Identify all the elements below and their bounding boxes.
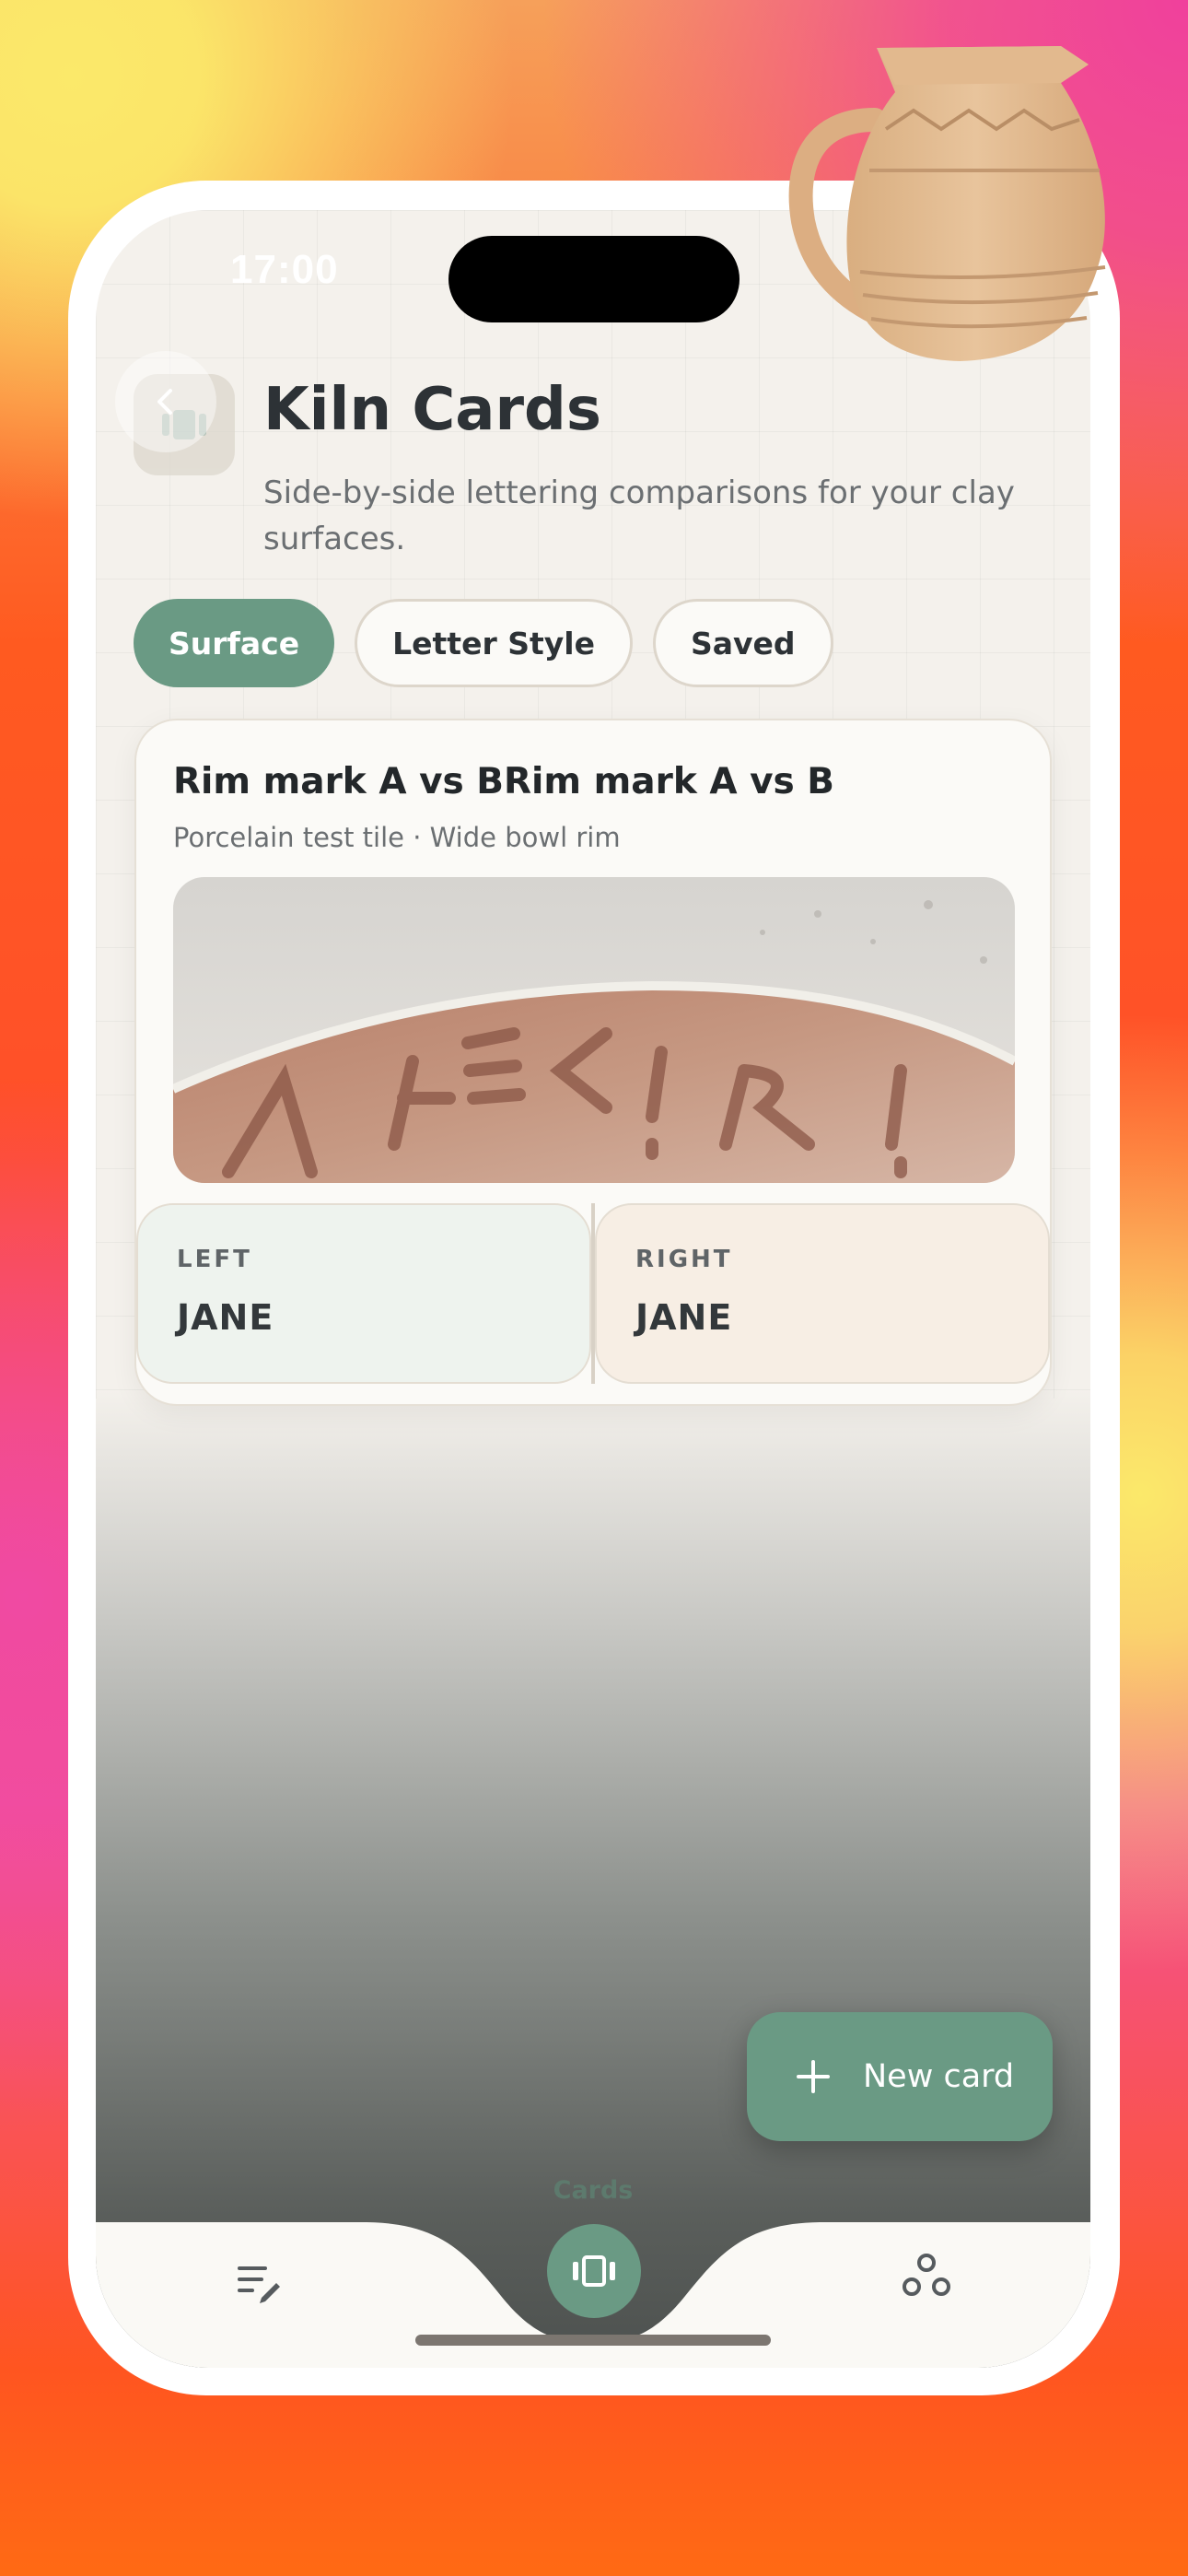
new-card-button[interactable]: New card xyxy=(747,2012,1053,2141)
chip-surface[interactable]: Surface xyxy=(134,599,335,687)
edit-list-icon[interactable] xyxy=(234,2255,285,2307)
clay-rim-lettering-photo xyxy=(173,877,1015,1183)
card-title: Rim mark A vs BRim mark A vs B xyxy=(173,761,835,802)
right-label: RIGHT xyxy=(635,1246,733,1273)
comparison-panel: LEFT JANE RIGHT JANE xyxy=(136,1203,1050,1388)
new-card-label: New card xyxy=(863,2058,1015,2095)
right-option[interactable]: RIGHT JANE xyxy=(595,1203,1050,1384)
card-subtitle: Porcelain test tile · Wide bowl rim xyxy=(173,822,621,853)
dynamic-island xyxy=(448,236,740,322)
left-option[interactable]: LEFT JANE xyxy=(136,1203,591,1384)
page-subtitle: Side-by-side lettering comparisons for y… xyxy=(263,474,1015,557)
status-time: 17:00 xyxy=(230,247,339,292)
filter-chips: Surface Letter Style Saved xyxy=(134,599,833,687)
cards-carousel-icon xyxy=(573,2255,615,2287)
chip-letter-style[interactable]: Letter Style xyxy=(355,599,633,687)
background-fade xyxy=(96,1389,1090,2368)
plus-icon xyxy=(797,2060,830,2093)
left-label: LEFT xyxy=(177,1246,252,1273)
tab-cards[interactable] xyxy=(547,2224,641,2318)
chevron-left-icon xyxy=(157,389,172,415)
left-value: JANE xyxy=(177,1297,274,1338)
clay-pitcher-illustration xyxy=(788,46,1106,361)
right-value: JANE xyxy=(635,1297,733,1338)
back-button[interactable] xyxy=(115,351,216,452)
comparison-card[interactable]: Rim mark A vs BRim mark A vs B Porcelain… xyxy=(134,719,1052,1406)
circles-share-icon[interactable] xyxy=(899,2248,954,2303)
chip-saved[interactable]: Saved xyxy=(652,599,833,687)
page-title: Kiln Cards xyxy=(263,376,601,444)
active-tab-label: Cards xyxy=(553,2176,634,2205)
home-indicator xyxy=(415,2335,771,2346)
app-screen: 17:00 Kiln Cards Side-by-side lettering … xyxy=(96,210,1090,2368)
